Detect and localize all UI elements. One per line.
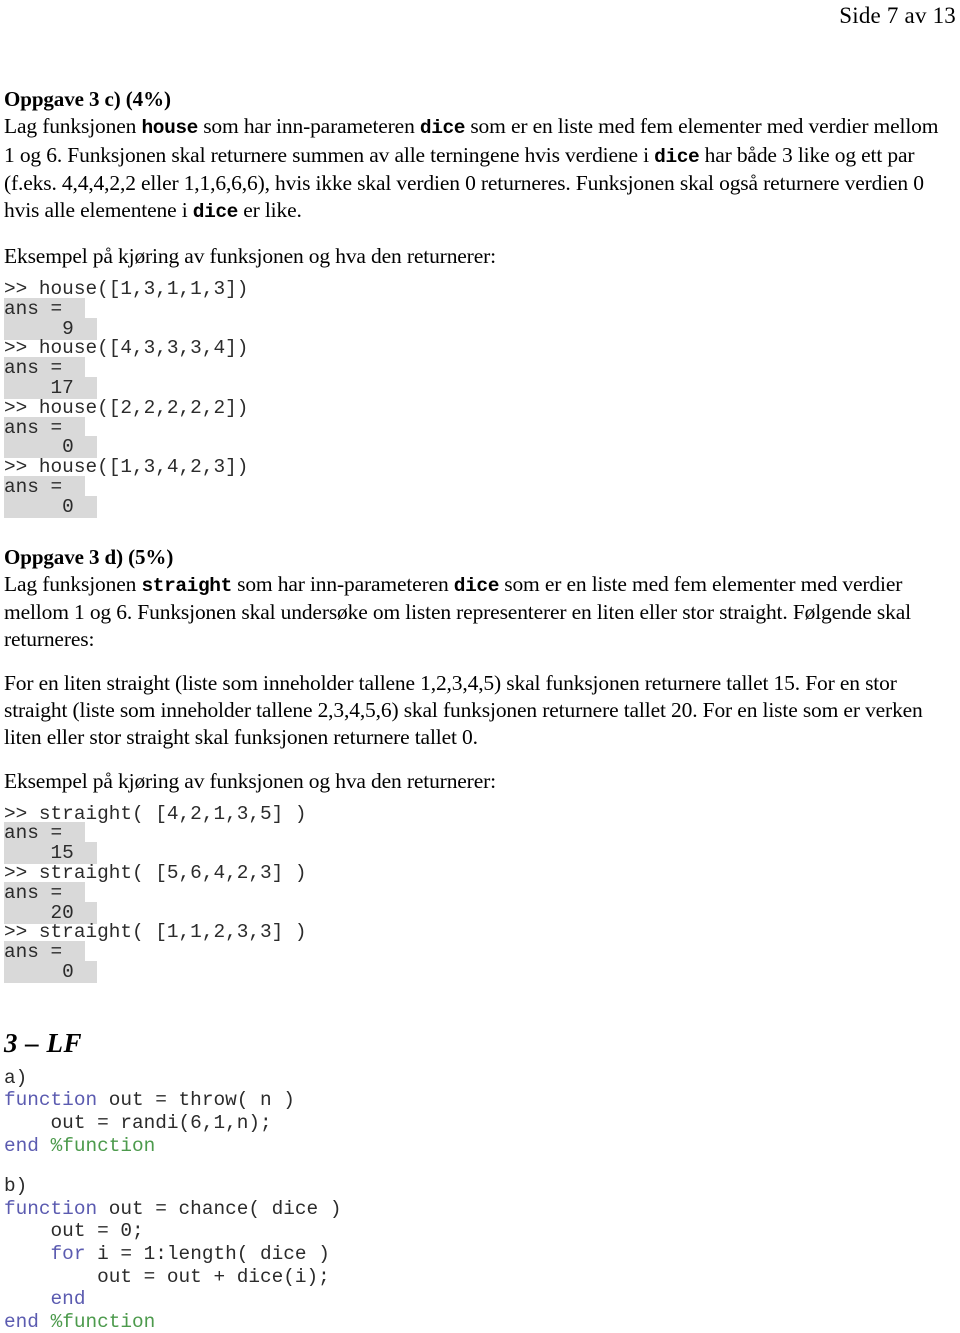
console-command-line: >> straight( [4,2,1,3,5] ) bbox=[4, 802, 307, 825]
document-content: Oppgave 3 c) (4%) Lag funksjonen house s… bbox=[4, 86, 948, 1333]
console-command-line: >> house([1,3,4,2,3]) bbox=[4, 456, 249, 479]
solution-b-code: function out = chance( dice ) out = 0; f… bbox=[4, 1198, 948, 1333]
task-d-heading: Oppgave 3 d) (5%) bbox=[4, 544, 174, 569]
document-page: Side 7 av 13 Oppgave 3 c) (4%) Lag funks… bbox=[0, 0, 960, 1333]
solution-a-label: a) bbox=[4, 1067, 948, 1090]
task-d-example-intro: Eksempel på kjøring av funksjonen og hva… bbox=[4, 769, 496, 794]
task-c-example-intro: Eksempel på kjøring av funksjonen og hva… bbox=[4, 244, 496, 269]
console-highlight: ans = bbox=[4, 357, 86, 380]
console-ans-label: ans = bbox=[4, 941, 948, 964]
solution-b-label: b) bbox=[4, 1175, 948, 1198]
console-highlight: ans = bbox=[4, 475, 86, 498]
inline-code: straight bbox=[141, 574, 232, 597]
console-highlight: ans = bbox=[4, 297, 86, 320]
console-highlight: ans = bbox=[4, 822, 86, 845]
code-comment: %function bbox=[50, 1310, 156, 1333]
task-d-console-output: >> straight( [4,2,1,3,5] ) ans = 15 >> st… bbox=[4, 802, 948, 984]
console-command-line: >> straight( [1,1,2,3,3] ) bbox=[4, 921, 307, 944]
inline-code: dice bbox=[453, 574, 500, 597]
console-ans-label: ans = bbox=[4, 822, 948, 845]
console-ans-label: ans = bbox=[4, 475, 948, 498]
console-highlight: 9 bbox=[4, 317, 98, 340]
console-result-value: 0 bbox=[4, 961, 948, 984]
part-a-label: a) bbox=[4, 1066, 28, 1089]
code-line: end %function bbox=[4, 1135, 948, 1158]
console-highlight: ans = bbox=[4, 881, 86, 904]
code-keyword: end bbox=[4, 1310, 39, 1333]
console-highlight: 0 bbox=[4, 495, 98, 518]
code-line: for i = 1:length( dice ) bbox=[4, 1243, 948, 1266]
console-ans-label: ans = bbox=[4, 416, 948, 439]
console-highlight: ans = bbox=[4, 416, 86, 439]
console-highlight: ans = bbox=[4, 941, 86, 964]
console-highlight: 0 bbox=[4, 961, 98, 984]
console-highlight: 20 bbox=[4, 901, 98, 924]
task-d-description: Lag funksjonen straight som har inn-para… bbox=[4, 571, 911, 651]
code-line: function out = chance( dice ) bbox=[4, 1198, 948, 1221]
code-keyword: function bbox=[4, 1089, 98, 1112]
code-text: out = 0; bbox=[4, 1220, 144, 1243]
code-text: i = 1:length( dice ) bbox=[85, 1243, 330, 1266]
inline-code: dice bbox=[192, 200, 239, 223]
code-text: out = chance( dice ) bbox=[97, 1197, 342, 1220]
console-result-value: 0 bbox=[4, 495, 948, 518]
console-command-line: >> house([2,2,2,2,2]) bbox=[4, 396, 249, 419]
task-c-console-output: >> house([1,3,1,1,3]) ans = 9 >> house([4… bbox=[4, 277, 948, 518]
code-line: function out = throw( n ) bbox=[4, 1089, 948, 1112]
console-ans-label: ans = bbox=[4, 881, 948, 904]
code-text: out = randi(6,1,n); bbox=[4, 1112, 272, 1135]
inline-code: dice bbox=[419, 117, 466, 139]
console-command-line: >> house([4,3,3,3,4]) bbox=[4, 337, 249, 360]
task-c-description: Lag funksjonen house som har inn-paramet… bbox=[4, 114, 939, 223]
code-keyword: for bbox=[50, 1243, 86, 1266]
code-keyword: function bbox=[4, 1197, 98, 1220]
solution-a-code: function out = throw( n ) out = randi(6,… bbox=[4, 1089, 948, 1157]
console-result-value: 17 bbox=[4, 376, 948, 399]
code-text: out = throw( n ) bbox=[97, 1089, 295, 1112]
code-comment: %function bbox=[50, 1134, 156, 1157]
console-command-line: >> straight( [5,6,4,2,3] ) bbox=[4, 862, 307, 885]
task-d-rules: For en liten straight (liste som innehol… bbox=[4, 671, 923, 749]
part-b-label: b) bbox=[4, 1175, 28, 1198]
console-ans-label: ans = bbox=[4, 357, 948, 380]
code-line: end bbox=[4, 1288, 948, 1311]
page-number-header: Side 7 av 13 bbox=[839, 3, 956, 28]
console-highlight: 17 bbox=[4, 376, 98, 399]
console-command-line: >> house([1,3,1,1,3]) bbox=[4, 277, 249, 300]
console-highlight: 15 bbox=[4, 842, 98, 865]
console-highlight: 0 bbox=[4, 436, 98, 459]
console-ans-label: ans = bbox=[4, 297, 948, 320]
code-text: out = out + dice(i); bbox=[4, 1265, 330, 1288]
task-c-heading: Oppgave 3 c) (4%) bbox=[4, 87, 171, 111]
code-keyword: end bbox=[4, 1134, 39, 1157]
code-line: out = out + dice(i); bbox=[4, 1266, 948, 1289]
code-keyword: end bbox=[50, 1288, 86, 1311]
code-line: end %function bbox=[4, 1311, 948, 1333]
code-line: out = randi(6,1,n); bbox=[4, 1112, 948, 1135]
inline-code: dice bbox=[654, 145, 700, 168]
inline-code: house bbox=[141, 117, 198, 139]
code-line: out = 0; bbox=[4, 1220, 948, 1243]
solutions-heading: 3 – LF bbox=[4, 1027, 83, 1058]
